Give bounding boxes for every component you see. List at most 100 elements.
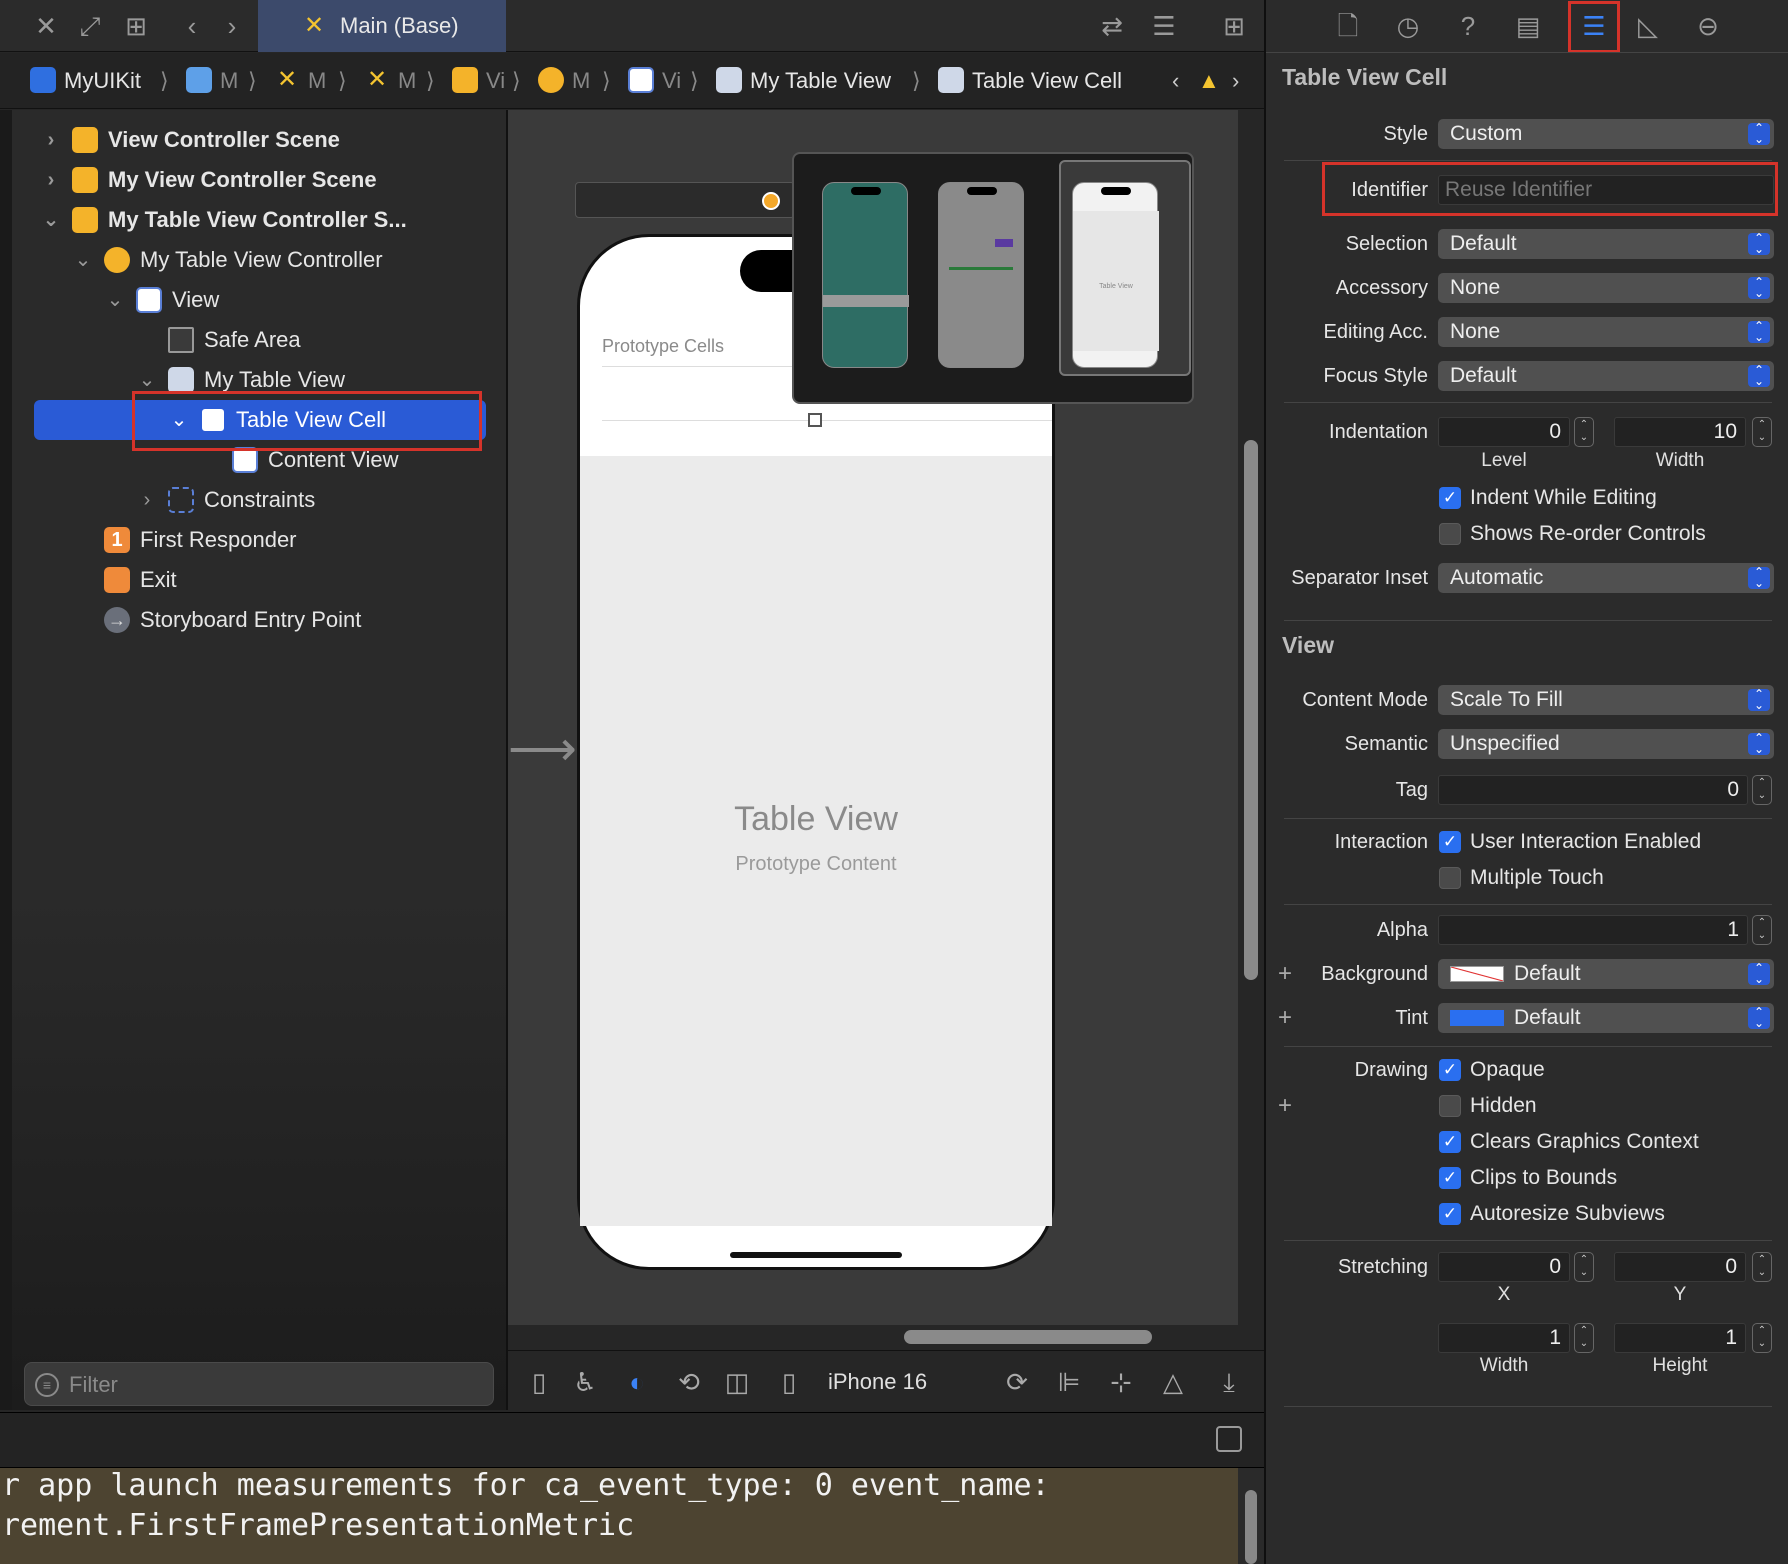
outline-row-my-table-view-controller[interactable]: ⌄ My Table View Controller	[72, 240, 500, 280]
crumb-folder[interactable]: M	[186, 65, 238, 97]
close-icon[interactable]: ✕	[28, 8, 64, 44]
crumb-storyboard[interactable]: ✕ M	[274, 65, 326, 97]
thumbnail-view-controller[interactable]	[822, 182, 909, 368]
sidebar-toggle-icon[interactable]: ▯	[522, 1365, 556, 1399]
history-icon[interactable]: ◷	[1390, 8, 1426, 44]
content-mode-popup[interactable]: Scale To Fill ⌃ ⌄	[1438, 685, 1774, 715]
debug-area-toggle-icon[interactable]	[1216, 1426, 1242, 1452]
stretch-x-stepper[interactable]: ⌃ ⌄	[1574, 1252, 1594, 1282]
hidden-checkbox[interactable]	[1439, 1095, 1461, 1117]
connections-inspector-icon[interactable]: ⊖	[1690, 8, 1726, 44]
outline-row-storyboard-entry-point[interactable]: → Storyboard Entry Point	[72, 600, 500, 640]
alpha-field[interactable]: 1	[1438, 915, 1748, 945]
shows-reorder-checkbox[interactable]	[1439, 523, 1461, 545]
autoresize-subviews-checkbox[interactable]: ✓	[1439, 1203, 1461, 1225]
outline-row-exit[interactable]: Exit	[72, 560, 500, 600]
grid-icon[interactable]: ⊞	[118, 8, 154, 44]
cell-resize-handle[interactable]	[808, 413, 822, 427]
indent-width-field[interactable]: 10	[1614, 417, 1746, 447]
chevron-right-icon[interactable]: ›	[136, 480, 158, 520]
crumb-scene[interactable]: Vi	[452, 65, 505, 97]
outline-row-safe-area[interactable]: Safe Area	[136, 320, 500, 360]
indent-level-field[interactable]: 0	[1438, 417, 1570, 447]
stretch-height-field[interactable]: 1	[1614, 1323, 1746, 1353]
outline-row-constraints[interactable]: › Constraints	[136, 480, 500, 520]
appearance-icon[interactable]: ◐	[620, 1365, 654, 1399]
crumb-view[interactable]: Vi	[628, 65, 681, 97]
resolve-issues-icon[interactable]: △	[1156, 1365, 1190, 1399]
crumb-controller[interactable]: M	[538, 65, 590, 97]
chevron-down-icon[interactable]: ⌄	[40, 200, 62, 240]
add-hidden-variation-icon[interactable]: +	[1278, 1091, 1292, 1121]
size-inspector-icon[interactable]: ◺	[1630, 8, 1666, 44]
lines-icon[interactable]: ☰	[1146, 8, 1182, 44]
stretch-width-field[interactable]: 1	[1438, 1323, 1570, 1353]
stretch-y-field[interactable]: 0	[1614, 1252, 1746, 1282]
device-icon[interactable]: ▯	[772, 1365, 806, 1399]
stretch-y-stepper[interactable]: ⌃ ⌄	[1752, 1252, 1772, 1282]
stretch-width-stepper[interactable]: ⌃ ⌄	[1574, 1323, 1594, 1353]
expand-icon[interactable]: ⤢	[72, 8, 108, 44]
add-editor-icon[interactable]: ⊞	[1216, 8, 1252, 44]
tag-field[interactable]: 0	[1438, 775, 1748, 805]
alpha-stepper[interactable]: ⌃ ⌄	[1752, 915, 1772, 945]
chevron-left-icon[interactable]: ‹	[1172, 65, 1179, 97]
semantic-popup[interactable]: Unspecified ⌃ ⌄	[1438, 729, 1774, 759]
stretch-height-stepper[interactable]: ⌃ ⌄	[1752, 1323, 1772, 1353]
identity-inspector-icon[interactable]: ▤	[1510, 8, 1546, 44]
indent-while-editing-checkbox[interactable]: ✓	[1439, 487, 1461, 509]
add-constraints-icon[interactable]: ⊹	[1104, 1365, 1138, 1399]
filter-field[interactable]: ≡ Filter	[24, 1362, 494, 1406]
style-popup[interactable]: Custom ⌃ ⌄	[1438, 119, 1774, 149]
table-view-area[interactable]	[580, 456, 1052, 1226]
opaque-checkbox[interactable]: ✓	[1439, 1059, 1461, 1081]
separator-inset-popup[interactable]: Automatic ⌃ ⌄	[1438, 563, 1774, 593]
warning-icon[interactable]: ▲	[1198, 65, 1220, 97]
align-icon[interactable]: ⊫	[1052, 1365, 1086, 1399]
chevron-down-icon[interactable]: ⌄	[104, 280, 126, 320]
canvas-horizontal-scrollbar[interactable]	[904, 1330, 1152, 1344]
console-output[interactable]: r app launch measurements for ca_event_t…	[0, 1468, 1238, 1564]
back-icon[interactable]: ‹	[174, 8, 210, 44]
outline-row-my-view-controller-scene[interactable]: › My View Controller Scene	[40, 160, 500, 200]
outline-row-my-table-view-controller-scene[interactable]: ⌄ My Table View Controller S...	[40, 200, 500, 240]
update-frames-icon[interactable]: ⟳	[1000, 1365, 1034, 1399]
clears-graphics-checkbox[interactable]: ✓	[1439, 1131, 1461, 1153]
controller-dock-icon[interactable]	[762, 192, 780, 210]
crumb-storyboard-base[interactable]: ✕ M	[364, 65, 416, 97]
entry-point-arrow-icon[interactable]: ⟶	[508, 726, 578, 774]
chevron-right-icon[interactable]: ›	[40, 160, 62, 200]
accessibility-icon[interactable]: ♿	[568, 1365, 602, 1399]
crumb-table-view-cell[interactable]: Table View Cell	[938, 65, 1122, 97]
outline-row-view-controller-scene[interactable]: › View Controller Scene	[40, 120, 500, 160]
tag-stepper[interactable]: ⌃ ⌄	[1752, 775, 1772, 805]
crumb-table-view[interactable]: My Table View	[716, 65, 891, 97]
split-view-icon[interactable]: ◫	[720, 1365, 754, 1399]
focus-style-popup[interactable]: Default ⌃ ⌄	[1438, 361, 1774, 391]
tab-main-base[interactable]: ✕ Main (Base)	[258, 0, 506, 52]
device-selector[interactable]: iPhone 16	[828, 1365, 927, 1399]
editing-accessory-popup[interactable]: None ⌃ ⌄	[1438, 317, 1774, 347]
crumb-project[interactable]: MyUIKit	[30, 65, 141, 97]
chevron-right-icon[interactable]: ›	[1232, 65, 1239, 97]
indent-level-stepper[interactable]: ⌃ ⌄	[1574, 417, 1594, 447]
outline-row-view[interactable]: ⌄ View	[104, 280, 500, 320]
accessory-popup[interactable]: None ⌃ ⌄	[1438, 273, 1774, 303]
file-inspector-icon[interactable]: 🗋	[1330, 8, 1366, 44]
console-scrollbar[interactable]	[1245, 1490, 1257, 1564]
thumbnail-my-view-controller[interactable]	[938, 182, 1024, 368]
forward-icon[interactable]: ›	[214, 8, 250, 44]
outline-row-first-responder[interactable]: 1 First Responder	[72, 520, 500, 560]
clips-to-bounds-checkbox[interactable]: ✓	[1439, 1167, 1461, 1189]
thumbnail-my-table-view-controller[interactable]: Table View	[1072, 182, 1159, 368]
multiple-touch-checkbox[interactable]	[1439, 867, 1461, 889]
chevron-right-icon[interactable]: ›	[40, 120, 62, 160]
help-icon[interactable]: ?	[1450, 8, 1486, 44]
indent-width-stepper[interactable]: ⌃ ⌄	[1752, 417, 1772, 447]
rotate-icon[interactable]: ⟲	[672, 1365, 706, 1399]
embed-in-icon[interactable]: ⤓	[1212, 1365, 1246, 1399]
swap-icon[interactable]: ⇄	[1094, 8, 1130, 44]
selection-popup[interactable]: Default ⌃ ⌄	[1438, 229, 1774, 259]
chevron-down-icon[interactable]: ⌄	[72, 240, 94, 280]
stretch-x-field[interactable]: 0	[1438, 1252, 1570, 1282]
